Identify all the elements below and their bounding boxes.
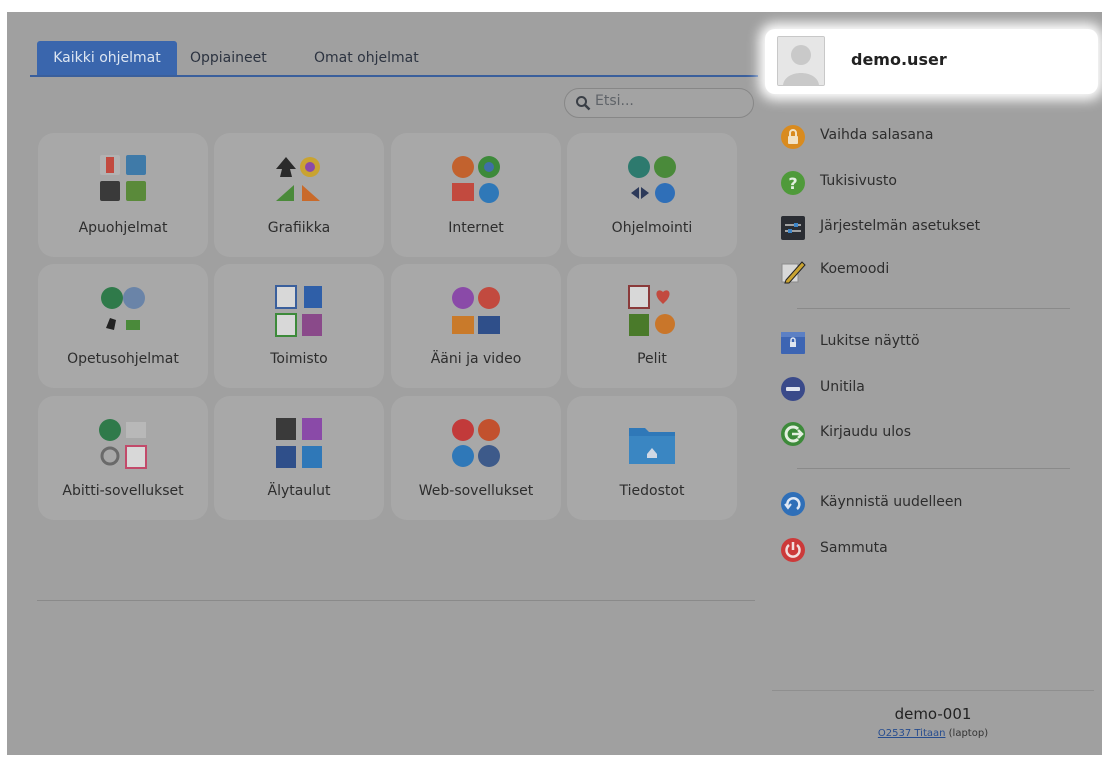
menu-label: Lukitse näyttö xyxy=(820,333,920,349)
games-icon xyxy=(628,285,675,336)
audio-video-icon xyxy=(452,287,500,334)
settings-sliders-icon xyxy=(781,216,805,240)
menu-label: Koemoodi xyxy=(820,261,890,277)
tab-my-programs[interactable]: Omat ohjelmat xyxy=(314,41,419,75)
abitti-icon xyxy=(99,419,147,469)
menu-separator xyxy=(797,308,1070,309)
category-tile-files[interactable]: Tiedostot xyxy=(567,396,737,520)
menu-label: Vaihda salasana xyxy=(820,127,934,143)
category-label: Älytaulut xyxy=(267,483,331,499)
menu-label: Kirjaudu ulos xyxy=(820,424,911,440)
device-info: O2537 Titaan (laptop) xyxy=(772,728,1094,739)
category-label: Grafiikka xyxy=(267,220,331,236)
category-label: Tiedostot xyxy=(619,483,685,499)
category-tile-games[interactable]: Pelit xyxy=(567,264,737,388)
programming-icon xyxy=(628,156,676,203)
search-icon xyxy=(576,96,591,111)
menu-label: Järjestelmän asetukset xyxy=(820,218,981,234)
lock-icon xyxy=(781,125,805,149)
category-label: Pelit xyxy=(637,351,667,367)
tab-subjects[interactable]: Oppiaineet xyxy=(190,41,267,75)
menu-label: Tukisivusto xyxy=(820,173,897,189)
restart-icon xyxy=(781,492,805,516)
search-input[interactable]: Etsi... xyxy=(564,88,754,118)
graphics-icon xyxy=(276,157,320,201)
category-tile-smartboards[interactable]: Älytaulut xyxy=(214,396,384,520)
svg-text:?: ? xyxy=(788,174,797,193)
username: demo.user xyxy=(851,50,947,69)
category-label: Ääni ja video xyxy=(430,351,522,367)
category-tile-programming[interactable]: Ohjelmointi xyxy=(567,133,737,257)
category-tile-accessories[interactable]: Apuohjelmat xyxy=(38,133,208,257)
accessories-icon xyxy=(100,155,146,201)
category-tile-education[interactable]: Opetusohjelmat xyxy=(38,264,208,388)
pencil-icon xyxy=(781,261,806,284)
device-link[interactable]: O2537 Titaan xyxy=(878,728,946,739)
search-placeholder: Etsi... xyxy=(595,93,634,109)
menu-label: Unitila xyxy=(820,379,865,395)
power-icon xyxy=(781,538,805,562)
tab-all-programs[interactable]: Kaikki ohjelmat xyxy=(37,41,177,75)
internet-icon xyxy=(452,156,500,203)
web-apps-icon xyxy=(452,419,500,467)
category-label: Apuohjelmat xyxy=(78,220,168,236)
device-type: (laptop) xyxy=(948,728,989,739)
menu-separator xyxy=(797,468,1070,469)
category-label: Web-sovellukset xyxy=(418,483,534,499)
lock-screen-icon xyxy=(781,332,805,354)
grid-divider xyxy=(37,600,755,601)
logout-icon xyxy=(781,422,805,446)
avatar-icon xyxy=(778,37,824,85)
category-tile-audio-video[interactable]: Ääni ja video xyxy=(391,264,561,388)
category-label: Opetusohjelmat xyxy=(67,351,179,367)
category-label: Toimisto xyxy=(270,351,328,367)
user-box: demo.user xyxy=(765,29,1098,94)
category-tile-office[interactable]: Toimisto xyxy=(214,264,384,388)
hostname: demo-001 xyxy=(894,705,972,723)
footer-divider xyxy=(772,690,1094,691)
category-tile-graphics[interactable]: Grafiikka xyxy=(214,133,384,257)
category-tile-internet[interactable]: Internet xyxy=(391,133,561,257)
category-tabs: Kaikki ohjelmat Oppiaineet Omat ohjelmat xyxy=(30,29,758,77)
category-label: Abitti-sovellukset xyxy=(62,483,184,499)
category-label: Ohjelmointi xyxy=(611,220,693,236)
help-icon: ? xyxy=(781,171,805,195)
folder-icon xyxy=(629,428,675,464)
category-label: Internet xyxy=(448,220,504,236)
avatar xyxy=(777,36,825,86)
menu-label: Sammuta xyxy=(820,540,888,556)
education-icon xyxy=(101,287,145,330)
menu-label: Käynnistä uudelleen xyxy=(820,494,963,510)
smartboards-icon xyxy=(276,418,322,468)
sleep-icon xyxy=(781,377,805,401)
category-tile-web-apps[interactable]: Web-sovellukset xyxy=(391,396,561,520)
category-tile-abitti[interactable]: Abitti-sovellukset xyxy=(38,396,208,520)
office-icon xyxy=(275,285,322,337)
